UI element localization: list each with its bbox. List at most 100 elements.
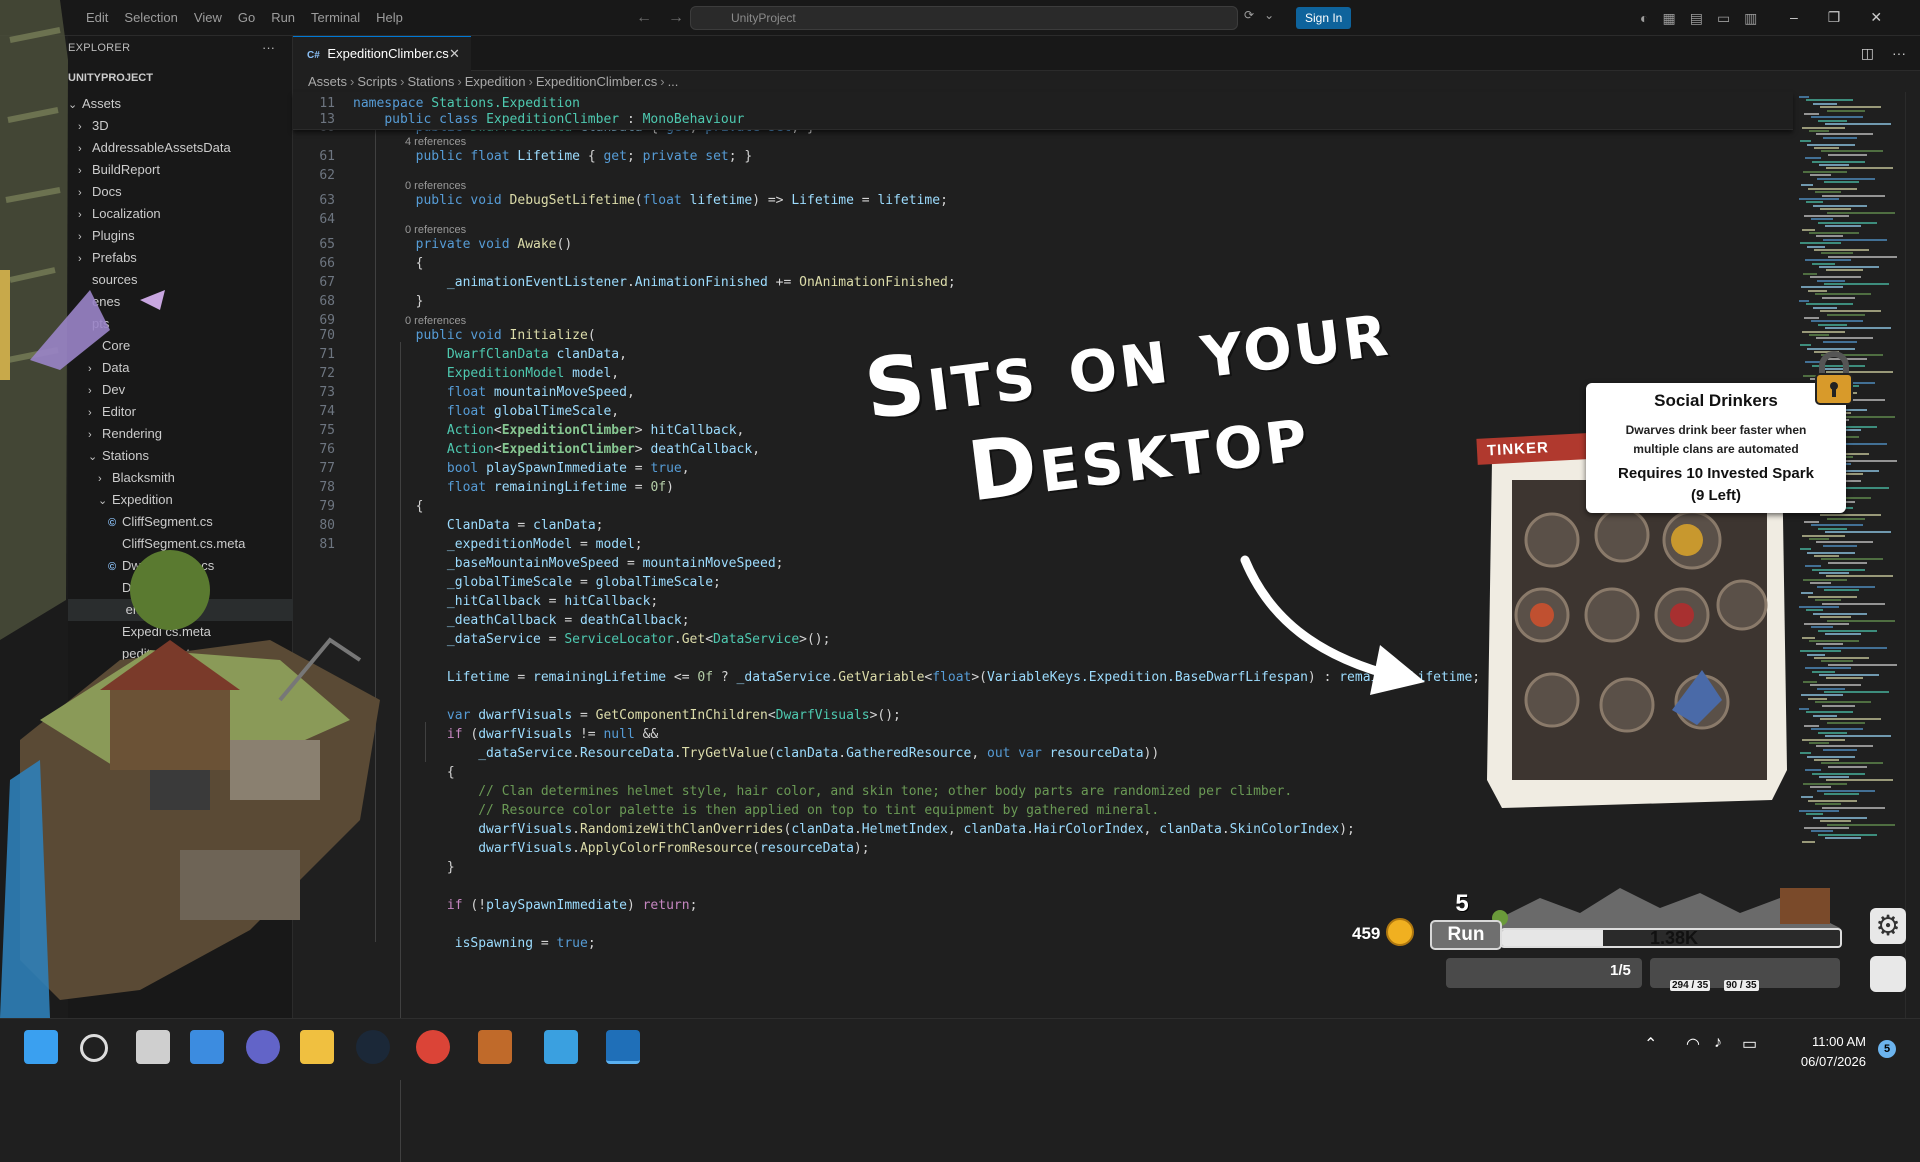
breadcrumb-item[interactable]: ExpeditionClimber.cs: [536, 74, 657, 89]
code-line[interactable]: _deathCallback = deathCallback;: [293, 611, 690, 630]
tree-item[interactable]: DwarfVi .meta: [68, 577, 293, 599]
code-line[interactable]: 79 {: [293, 497, 423, 516]
code-line[interactable]: if (dwarfVisuals != null &&: [293, 725, 658, 744]
breadcrumb-item[interactable]: Stations: [407, 74, 454, 89]
game-icon[interactable]: [478, 1030, 512, 1064]
expand-window-icon[interactable]: [1870, 956, 1906, 992]
toggle-sidebar-icon[interactable]: ▤: [1690, 0, 1703, 36]
explorer-more-icon[interactable]: ···: [262, 40, 275, 55]
tree-item[interactable]: CliffSegment.cs.meta: [68, 533, 293, 555]
code-line[interactable]: 66 {: [293, 254, 423, 273]
codelens-references[interactable]: 4 references: [405, 135, 466, 149]
widgets-icon[interactable]: [190, 1030, 224, 1064]
menu-selection[interactable]: Selection: [116, 0, 185, 36]
tree-item[interactable]: © CliffSegment.cs: [68, 511, 293, 533]
code-line[interactable]: isSpawning = true;: [293, 934, 596, 953]
tree-item[interactable]: Expedi cs.meta: [68, 621, 293, 643]
close-window-icon[interactable]: ✕: [1870, 0, 1882, 34]
code-line[interactable]: }: [293, 858, 455, 877]
menu-terminal[interactable]: Terminal: [303, 0, 368, 36]
tree-item[interactable]: › BuildReport: [68, 159, 293, 181]
code-line[interactable]: 70 public void Initialize(: [293, 326, 595, 345]
minimize-icon[interactable]: –: [1790, 0, 1798, 34]
code-line[interactable]: 65 private void Awake(): [293, 235, 572, 254]
code-line[interactable]: _dataService.ResourceData.TryGetValue(cl…: [293, 744, 1159, 763]
code-line[interactable]: _hitCallback = hitCallback;: [293, 592, 658, 611]
customize-layout-icon[interactable]: ▦: [1662, 0, 1675, 36]
close-tab-icon[interactable]: ✕: [449, 37, 460, 71]
code-line[interactable]: _globalTimeScale = globalTimeScale;: [293, 573, 721, 592]
tree-item[interactable]: › Dev: [68, 379, 293, 401]
tree-item[interactable]: › Data: [68, 357, 293, 379]
tree-item[interactable]: er.cs: [68, 599, 293, 621]
vscode-icon[interactable]: [606, 1030, 640, 1064]
tree-item[interactable]: › Editor: [68, 401, 293, 423]
steam-icon[interactable]: [356, 1030, 390, 1064]
codelens-references[interactable]: 0 references: [405, 223, 466, 237]
menu-edit[interactable]: Edit: [78, 0, 116, 36]
back-arrow-icon[interactable]: ←: [636, 0, 652, 36]
chat-icon[interactable]: [246, 1030, 280, 1064]
code-line[interactable]: [293, 649, 353, 668]
start-icon[interactable]: [24, 1030, 58, 1064]
code-line[interactable]: 71 DwarfClanData clanData,: [293, 345, 627, 364]
notepad-icon[interactable]: [544, 1030, 578, 1064]
tree-item[interactable]: › Prefabs: [68, 247, 293, 269]
tree-item[interactable]: › Localization: [68, 203, 293, 225]
code-line[interactable]: 76 Action<ExpeditionClimber> deathCallba…: [293, 440, 760, 459]
code-line[interactable]: var dwarfVisuals = GetComponentInChildre…: [293, 706, 901, 725]
chevron-down-icon[interactable]: ⌄: [1264, 8, 1274, 22]
code-line[interactable]: _baseMountainMoveSpeed = mountainMoveSpe…: [293, 554, 784, 573]
breadcrumb-item[interactable]: ...: [668, 74, 679, 89]
code-line[interactable]: [293, 877, 353, 896]
run-button[interactable]: Run: [1430, 920, 1502, 950]
tree-item[interactable]: pedit .e.motors: [68, 643, 293, 665]
battery-icon[interactable]: ▭: [1742, 1034, 1757, 1054]
file-explorer-icon[interactable]: [300, 1030, 334, 1064]
task-view-icon[interactable]: [136, 1030, 170, 1064]
tray-chevron-icon[interactable]: ⌃: [1644, 1034, 1657, 1054]
tree-item[interactable]: sources: [68, 269, 293, 291]
menu-run[interactable]: Run: [263, 0, 303, 36]
code-line[interactable]: 75 Action<ExpeditionClimber> hitCallback…: [293, 421, 744, 440]
accounts-icon[interactable]: ◐: [1640, 0, 1648, 36]
split-editor-icon[interactable]: ◫: [1861, 36, 1874, 71]
copilot-icon[interactable]: ⟳: [1244, 8, 1254, 22]
tree-item[interactable]: › Docs: [68, 181, 293, 203]
project-header[interactable]: UNITYPROJECT: [68, 72, 153, 84]
code-line[interactable]: 77 bool playSpawnImmediate = true,: [293, 459, 689, 478]
vertical-scrollbar[interactable]: [1905, 92, 1919, 1018]
tree-item[interactable]: © DwarfVisuals.cs: [68, 555, 293, 577]
code-line[interactable]: dwarfVisuals.RandomizeWithClanOverrides(…: [293, 820, 1355, 839]
settings-gear-icon[interactable]: ⚙: [1870, 908, 1906, 944]
notification-badge[interactable]: 5: [1878, 1040, 1896, 1058]
code-line[interactable]: 81 _expeditionModel = model;: [293, 535, 642, 554]
code-line[interactable]: 80 ClanData = clanData;: [293, 516, 603, 535]
command-center[interactable]: UnityProject: [690, 6, 1238, 30]
codelens-references[interactable]: 0 references: [405, 179, 466, 193]
tree-item[interactable]: ⌄ Expedition: [68, 489, 293, 511]
code-line[interactable]: 64: [293, 210, 353, 229]
tree-item[interactable]: › Plugins: [68, 225, 293, 247]
codelens-references[interactable]: 0 references: [405, 314, 466, 328]
tree-item[interactable]: Core: [68, 335, 293, 357]
code-line[interactable]: // Resource color palette is then applie…: [293, 801, 1159, 820]
code-line[interactable]: [293, 687, 353, 706]
menu-help[interactable]: Help: [368, 0, 411, 36]
wifi-icon[interactable]: ◠: [1686, 1034, 1700, 1054]
code-line[interactable]: 67 _animationEventListener.AnimationFini…: [293, 273, 955, 292]
menu-go[interactable]: Go: [230, 0, 263, 36]
tree-item[interactable]: › AddressableAssetsData: [68, 137, 293, 159]
search-icon[interactable]: [80, 1034, 108, 1062]
system-clock[interactable]: 11:00 AM 06/07/2026: [1792, 1032, 1866, 1072]
volume-icon[interactable]: ♪: [1714, 1034, 1722, 1052]
tree-item[interactable]: › Blacksmith: [68, 467, 293, 489]
chrome-icon[interactable]: [416, 1030, 450, 1064]
code-line[interactable]: 73 float mountainMoveSpeed,: [293, 383, 634, 402]
sticky-line[interactable]: 13 public class ExpeditionClimber : Mono…: [293, 110, 744, 129]
toggle-secondary-sidebar-icon[interactable]: ▥: [1744, 0, 1757, 36]
more-actions-icon[interactable]: ···: [1892, 36, 1906, 71]
tree-item[interactable]: › Rendering: [68, 423, 293, 445]
sign-in-button[interactable]: Sign In: [1296, 7, 1352, 29]
toggle-panel-icon[interactable]: ▭: [1717, 0, 1730, 36]
